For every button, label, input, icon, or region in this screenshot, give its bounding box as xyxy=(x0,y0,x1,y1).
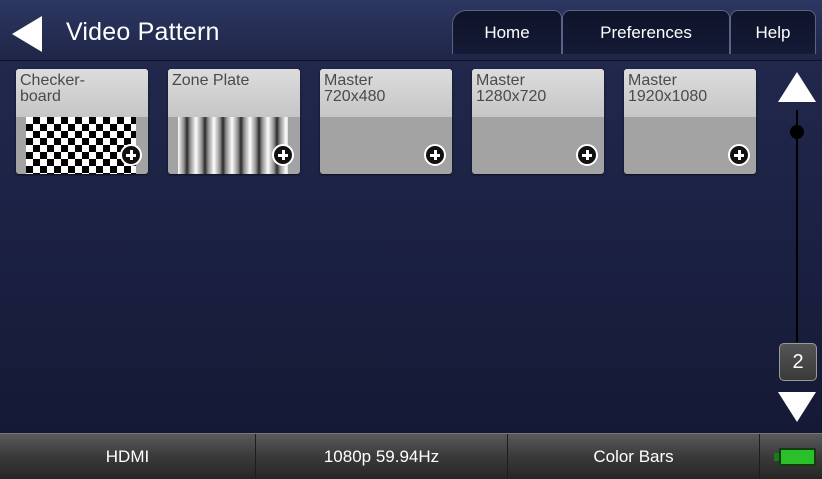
header-bar: Video Pattern Home Preferences Help xyxy=(0,0,822,61)
tab-home[interactable]: Home xyxy=(452,10,562,54)
zone-plate-thumbnail xyxy=(178,117,288,174)
status-interface[interactable]: HDMI xyxy=(0,434,256,479)
pattern-tile-master-1920x1080[interactable]: Master 1920x1080 xyxy=(624,69,756,174)
pattern-tile-master-720x480[interactable]: Master 720x480 xyxy=(320,69,452,174)
add-icon[interactable] xyxy=(576,144,598,166)
status-format[interactable]: 1080p 59.94Hz xyxy=(256,434,508,479)
add-icon[interactable] xyxy=(272,144,294,166)
scroll-track[interactable] xyxy=(796,110,798,342)
scroll-down-arrow-icon[interactable] xyxy=(776,390,818,424)
tile-label: Master 1920x1080 xyxy=(628,72,708,105)
screen: Video Pattern Home Preferences Help Chec… xyxy=(0,0,822,479)
scroll-up-arrow-icon[interactable] xyxy=(776,70,818,104)
pattern-tile-checkerboard[interactable]: Checker- board xyxy=(16,69,148,174)
add-icon[interactable] xyxy=(120,144,142,166)
tile-label: Master 1280x720 xyxy=(476,72,547,105)
page-title: Video Pattern xyxy=(66,18,220,46)
scroll-thumb[interactable] xyxy=(790,125,804,139)
back-arrow-icon[interactable] xyxy=(10,14,44,54)
status-bar: HDMI 1080p 59.94Hz Color Bars xyxy=(0,433,822,479)
pattern-tile-zone-plate[interactable]: Zone Plate xyxy=(168,69,300,174)
pattern-tile-master-1280x720[interactable]: Master 1280x720 xyxy=(472,69,604,174)
add-icon[interactable] xyxy=(728,144,750,166)
tab-preferences[interactable]: Preferences xyxy=(562,10,730,54)
battery-icon xyxy=(774,448,816,466)
checkerboard-thumbnail xyxy=(26,117,136,174)
page-number-badge: 2 xyxy=(779,343,817,381)
add-icon[interactable] xyxy=(424,144,446,166)
status-pattern[interactable]: Color Bars xyxy=(508,434,760,479)
tab-help[interactable]: Help xyxy=(730,10,816,54)
tile-label: Checker- board xyxy=(20,72,85,105)
tile-label: Master 720x480 xyxy=(324,72,386,105)
tile-label: Zone Plate xyxy=(172,72,250,89)
